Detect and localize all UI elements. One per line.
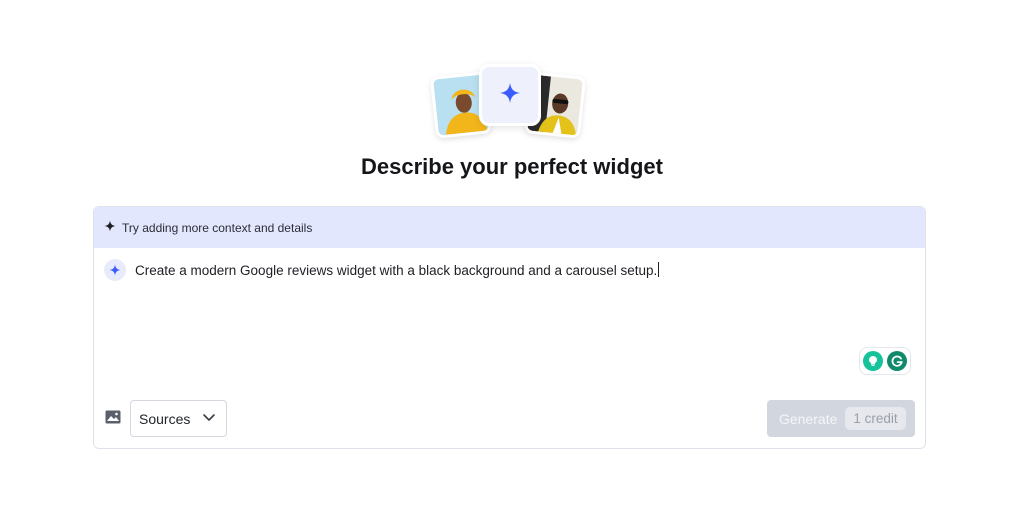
prompt-text: Create a modern Google reviews widget wi… xyxy=(135,263,658,278)
sources-label: Sources xyxy=(139,410,191,427)
page-title: Describe your perfect widget xyxy=(361,154,663,179)
generate-label: Generate xyxy=(779,410,838,427)
sparkle-icon xyxy=(104,259,126,281)
credit-badge: 1 credit xyxy=(845,407,906,430)
prompt-input[interactable]: Create a modern Google reviews widget wi… xyxy=(104,259,660,281)
grammarly-widget[interactable] xyxy=(859,347,911,375)
chevron-down-icon xyxy=(202,410,216,427)
bulb-icon[interactable] xyxy=(863,351,884,371)
generate-button[interactable]: Generate 1 credit xyxy=(767,400,915,437)
page: Describe your perfect widget Try adding … xyxy=(0,0,1024,506)
hero-image-stack xyxy=(429,64,590,140)
sparkle-tile xyxy=(479,64,541,126)
image-icon[interactable] xyxy=(104,408,122,426)
text-caret xyxy=(658,262,660,277)
prompt-card: Try adding more context and details Crea… xyxy=(93,206,926,449)
grammarly-icon[interactable] xyxy=(886,351,907,371)
sources-dropdown[interactable]: Sources xyxy=(130,400,227,437)
sparkle-icon xyxy=(104,220,116,235)
hint-text: Try adding more context and details xyxy=(122,220,313,235)
sparkle-icon xyxy=(499,82,521,109)
hint-bar: Try adding more context and details xyxy=(94,207,925,248)
